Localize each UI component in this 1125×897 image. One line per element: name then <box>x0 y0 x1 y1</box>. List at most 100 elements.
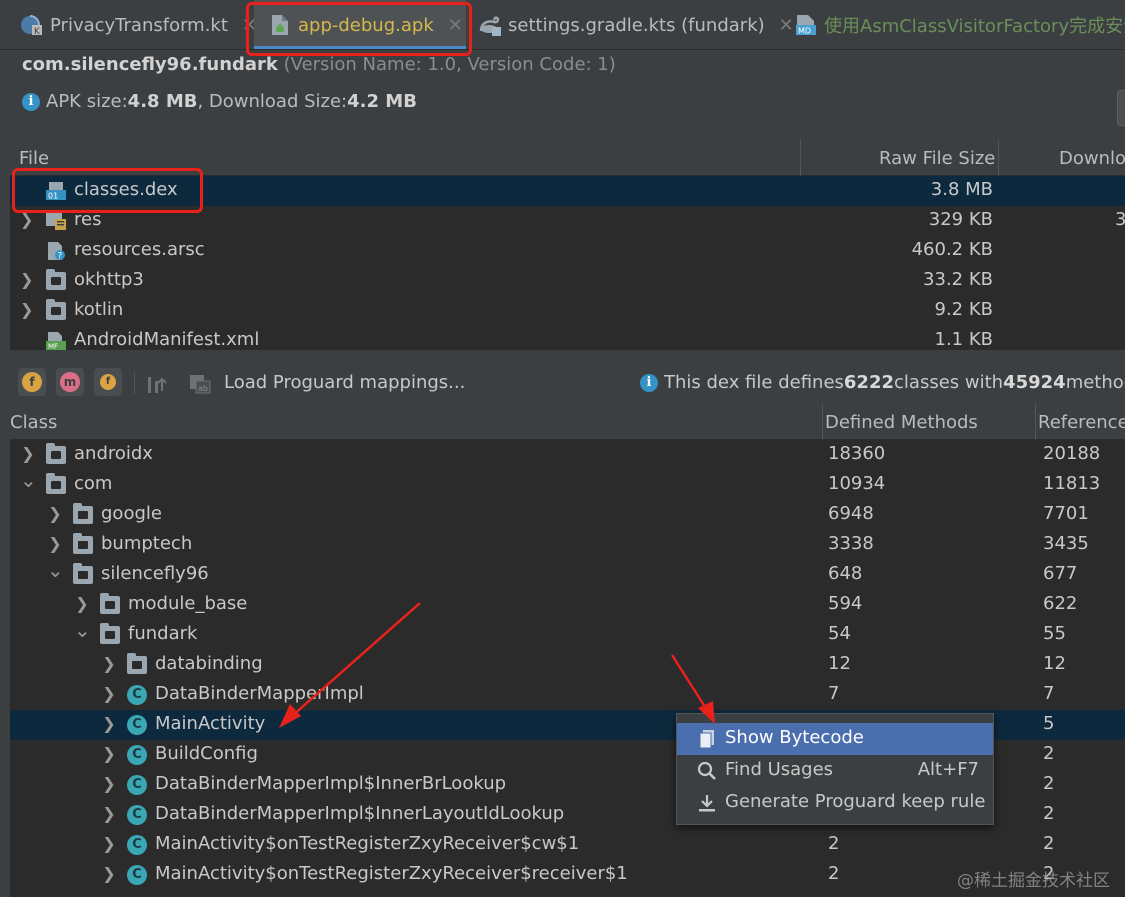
gradle-file-icon <box>478 13 502 37</box>
show-fields-button[interactable]: f <box>18 368 46 396</box>
file-row-res[interactable]: ❯ res 329 KB 3 <box>10 206 1125 236</box>
close-icon[interactable]: ✕ <box>779 15 794 36</box>
class-row[interactable]: ❯ C MainActivity$onTestRegisterZxyReceiver… <box>10 830 1125 860</box>
classes-count: 6222 <box>843 372 895 393</box>
class-row[interactable]: ⌄ com 10934 11813 <box>10 468 1125 500</box>
chevron-down-icon[interactable]: ⌄ <box>20 468 37 492</box>
info-icon: i <box>22 92 40 111</box>
defined-methods-count: 18360 <box>828 443 886 464</box>
chevron-right-icon[interactable]: ❯ <box>20 300 33 319</box>
class-name: DataBinderMapperImpl <box>155 683 364 704</box>
dex-file-icon: 01 <box>46 182 66 201</box>
column-raw-file-size[interactable]: Raw File Size <box>879 148 995 169</box>
column-defined-methods[interactable]: Defined Methods <box>825 412 978 433</box>
class-row[interactable]: ❯ google 6948 7701 <box>10 500 1125 530</box>
chevron-right-icon[interactable]: ❯ <box>101 714 117 733</box>
close-icon[interactable]: ✕ <box>448 15 463 36</box>
file-name: classes.dex <box>74 179 178 200</box>
referenced-methods-count: 7 <box>1043 683 1055 704</box>
show-referenced-button[interactable]: f <box>94 368 122 396</box>
field-icon: f <box>22 372 42 392</box>
class-row[interactable]: ❯ C DataBinderMapperImpl 7 7 <box>10 680 1125 710</box>
tab-privacy-transform[interactable]: K PrivacyTransform.kt ✕ <box>20 0 257 49</box>
referenced-methods-count: 2 <box>1043 833 1055 854</box>
referenced-methods-count: 2 <box>1043 743 1055 764</box>
file-row-classes-dex[interactable]: 01 classes.dex 3.8 MB <box>10 176 1125 206</box>
referenced-methods-count: 11813 <box>1043 473 1101 494</box>
chevron-right-icon[interactable]: ❯ <box>20 444 36 463</box>
chevron-right-icon[interactable]: ❯ <box>101 804 117 823</box>
tab-app-debug-apk[interactable]: app-debug.apk ✕ <box>254 0 466 49</box>
column-file[interactable]: File <box>19 148 49 169</box>
apk-package-line: com.silencefly96.fundark (Version Name: … <box>22 54 616 75</box>
referenced-methods-count: 7701 <box>1043 503 1089 524</box>
referenced-methods-count: 622 <box>1043 593 1078 614</box>
column-download-size[interactable]: Downlo <box>1059 148 1125 169</box>
chevron-right-icon[interactable]: ❯ <box>47 504 63 523</box>
chevron-right-icon[interactable]: ❯ <box>20 270 33 289</box>
chevron-down-icon[interactable]: ⌄ <box>47 558 64 582</box>
chevron-right-icon[interactable]: ❯ <box>101 864 117 883</box>
menu-item-find-usages[interactable]: Find Usages Alt+F7 <box>677 755 993 787</box>
file-row-kotlin[interactable]: ❯ kotlin 9.2 KB <box>10 296 1125 326</box>
compare-button[interactable] <box>1117 90 1125 126</box>
chevron-right-icon[interactable]: ❯ <box>101 774 117 793</box>
class-row[interactable]: ❯ module_base 594 622 <box>10 590 1125 620</box>
class-name: databinding <box>155 653 263 674</box>
chevron-right-icon[interactable]: ❯ <box>20 210 33 229</box>
class-row[interactable]: ❯ androidx 18360 20188 <box>10 440 1125 470</box>
defined-methods-count: 10934 <box>828 473 886 494</box>
menu-item-show-bytecode[interactable]: Show Bytecode <box>677 723 993 755</box>
res-folder-icon <box>46 212 66 230</box>
search-icon <box>697 761 717 781</box>
chevron-right-icon[interactable]: ❯ <box>101 654 117 673</box>
defined-methods-count: 2 <box>828 833 840 854</box>
file-size: 3.8 MB <box>930 179 993 200</box>
chevron-right-icon[interactable]: ❯ <box>47 534 63 553</box>
apk-size-value: 4.8 MB <box>127 91 198 112</box>
load-proguard-mappings-link[interactable]: Load Proguard mappings... <box>224 372 465 393</box>
deobfuscate-icon[interactable]: ab <box>188 371 212 395</box>
show-methods-button[interactable]: m <box>56 368 84 396</box>
file-row-resources-arsc[interactable]: ? resources.arsc 460.2 KB <box>10 236 1125 266</box>
menu-item-label: Generate Proguard keep rule <box>725 791 986 812</box>
tab-markdown-doc[interactable]: MD 使用AsmClassVisitorFactory完成安全 <box>794 0 1125 49</box>
folder-icon <box>46 299 66 320</box>
tab-label: settings.gradle.kts (fundark) <box>508 14 765 36</box>
referenced-field-icon: f <box>100 374 116 390</box>
dex-summary: i This dex file defines 6222 classes wit… <box>640 372 1125 393</box>
tab-settings-gradle[interactable]: settings.gradle.kts (fundark) ✕ <box>478 0 794 49</box>
methods-count: 45924 <box>1003 372 1066 393</box>
show-removed-icon[interactable] <box>146 371 170 395</box>
class-name: androidx <box>74 443 153 464</box>
file-row-okhttp3[interactable]: ❯ okhttp3 33.2 KB <box>10 266 1125 296</box>
active-tab-indicator <box>254 46 466 49</box>
chevron-right-icon[interactable]: ❯ <box>101 834 117 853</box>
class-row[interactable]: ⌄ fundark 54 55 <box>10 618 1125 650</box>
class-name: google <box>101 503 162 524</box>
class-row[interactable]: ❯ databinding 12 12 <box>10 650 1125 680</box>
file-row-android-manifest[interactable]: MF AndroidManifest.xml 1.1 KB <box>10 326 1125 350</box>
class-name: bumptech <box>101 533 193 554</box>
class-name: MainActivity <box>155 713 266 734</box>
dex-toolbar: f m f ab Load Proguard mappings... i Thi… <box>10 364 1125 402</box>
watermark: @稀土掘金技术社区 <box>957 871 1110 891</box>
column-class[interactable]: Class <box>10 412 57 433</box>
svg-text:MF: MF <box>48 343 58 351</box>
bytecode-icon <box>697 729 717 749</box>
chevron-right-icon[interactable]: ❯ <box>101 684 117 703</box>
column-referenced-methods[interactable]: Referenced <box>1038 412 1125 433</box>
menu-item-generate-proguard-keep-rule[interactable]: Generate Proguard keep rule <box>677 787 993 819</box>
class-icon: C <box>127 805 147 825</box>
chevron-right-icon[interactable]: ❯ <box>101 744 117 763</box>
class-row[interactable]: ❯ bumptech 3338 3435 <box>10 530 1125 560</box>
class-row[interactable]: ⌄ silencefly96 648 677 <box>10 558 1125 590</box>
tab-label: 使用AsmClassVisitorFactory完成安全 <box>824 16 1125 37</box>
referenced-methods-count: 20188 <box>1043 443 1101 464</box>
class-icon: C <box>127 745 147 765</box>
chevron-right-icon[interactable]: ❯ <box>74 594 90 613</box>
chevron-down-icon[interactable]: ⌄ <box>74 618 91 642</box>
class-icon: C <box>127 685 147 705</box>
package-folder-icon <box>46 473 66 494</box>
referenced-methods-count: 2 <box>1043 773 1055 794</box>
